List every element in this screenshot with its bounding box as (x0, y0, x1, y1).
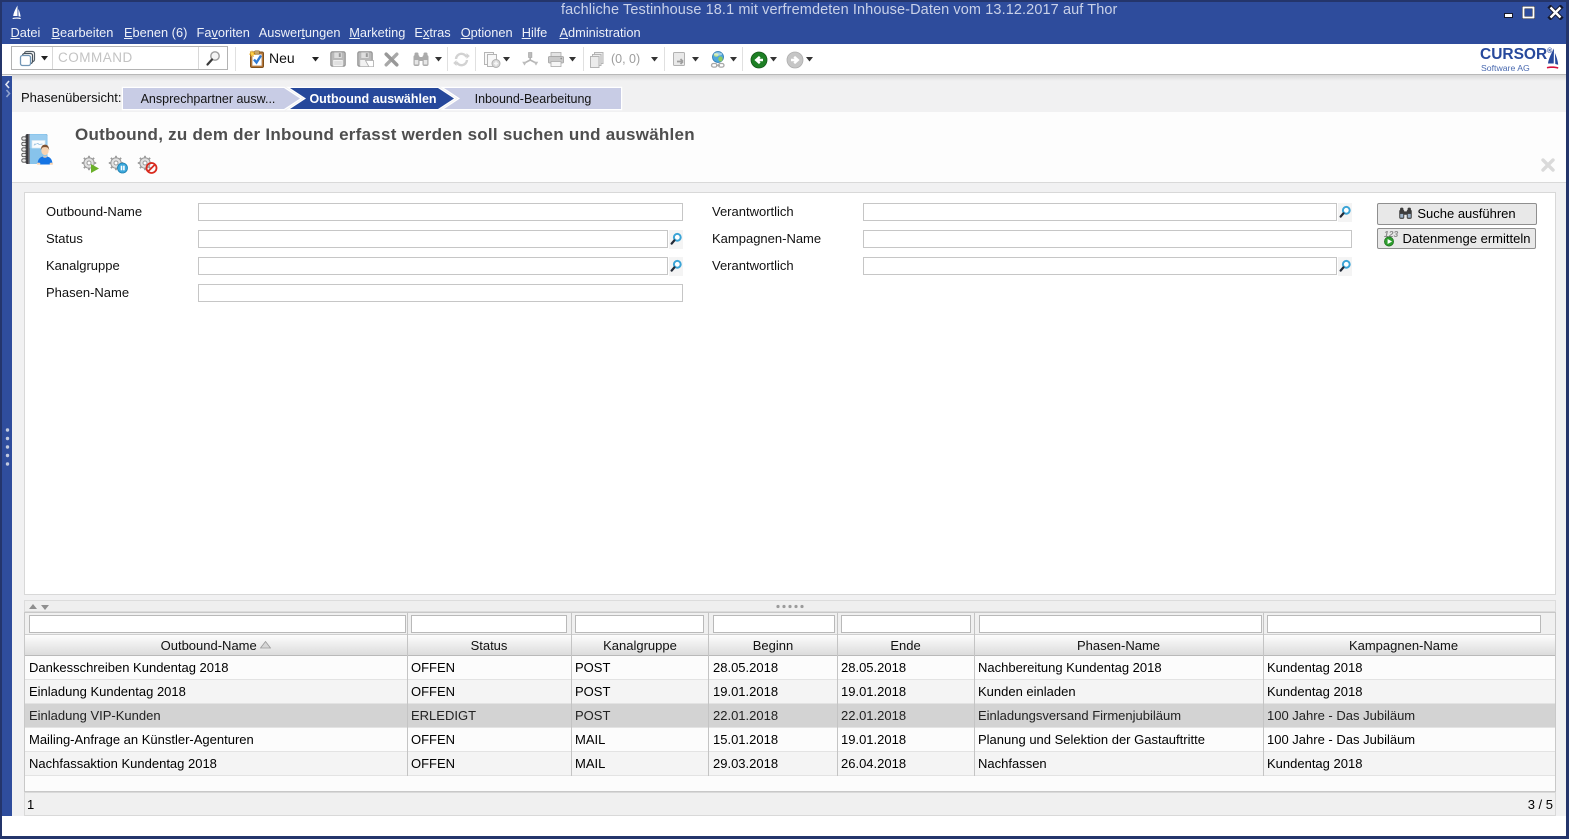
svg-text:Outbound auswählen: Outbound auswählen (309, 92, 436, 106)
svg-text:Ansprechpartner ausw...: Ansprechpartner ausw... (141, 92, 276, 106)
svg-text:Inbound-Bearbeitung: Inbound-Bearbeitung (475, 92, 592, 106)
